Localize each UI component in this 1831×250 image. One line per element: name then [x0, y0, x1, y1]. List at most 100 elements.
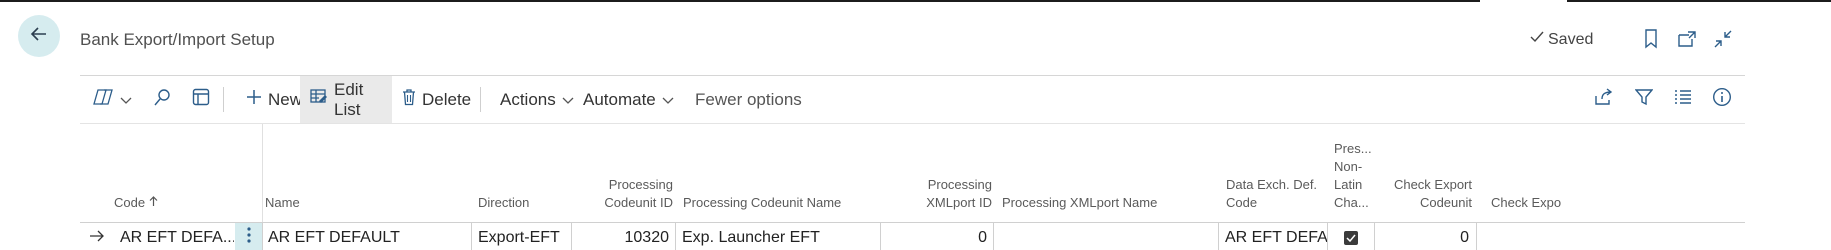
chevron-down-icon: [120, 90, 132, 110]
fewer-options-button[interactable]: Fewer options: [695, 76, 802, 123]
checkbox-checked-icon[interactable]: [1344, 230, 1358, 245]
column-header-data-exch-def-code[interactable]: Data Exch. Def. Code: [1226, 124, 1326, 222]
column-divider: [1374, 222, 1375, 250]
column-divider: [1218, 222, 1219, 250]
saved-label: Saved: [1548, 30, 1594, 48]
report-icon: [192, 88, 210, 111]
toolbar-separator: [223, 87, 224, 112]
column-header-direction[interactable]: Direction: [478, 124, 578, 222]
column-header-processing-codeunit-name[interactable]: Processing Codeunit Name: [683, 124, 893, 222]
cell-direction[interactable]: Export-EFT: [472, 223, 572, 250]
back-button[interactable]: [18, 15, 60, 57]
column-header-processing-codeunit-id-line2: Codeunit ID: [604, 195, 673, 210]
sort-ascending-icon: [149, 195, 158, 210]
column-header-name-label: Name: [265, 195, 300, 210]
top-border-right: [1567, 0, 1831, 2]
chevron-down-icon: [662, 90, 674, 110]
filter-button[interactable]: [1634, 76, 1654, 123]
share-icon: [1594, 88, 1614, 111]
open-in-new-window-icon[interactable]: [1674, 26, 1700, 52]
actions-label: Actions: [500, 89, 556, 109]
search-icon: [154, 88, 172, 111]
more-options-icon: [246, 227, 251, 248]
column-divider: [262, 222, 263, 250]
row-actions-button[interactable]: [235, 223, 262, 250]
bookmark-icon[interactable]: [1638, 26, 1664, 52]
cell-processing-codeunit-name[interactable]: Exp. Launcher EFT: [676, 223, 880, 250]
new-button[interactable]: New: [240, 76, 308, 123]
column-divider: [675, 222, 676, 250]
column-header-data-exch-line2: Code: [1226, 195, 1258, 210]
column-header-name[interactable]: Name: [265, 124, 465, 222]
cell-processing-xmlport-id[interactable]: 0: [881, 223, 993, 250]
column-header-preserve-line3: Latin: [1334, 177, 1363, 192]
arrow-right-icon: [89, 229, 105, 247]
checkmark-icon: [1530, 30, 1544, 49]
fewer-options-label: Fewer options: [695, 89, 802, 109]
column-header-processing-xmlport-id-line2: XMLport ID: [926, 195, 992, 210]
automate-label: Automate: [583, 89, 656, 109]
filter-icon: [1634, 88, 1654, 111]
cell-name[interactable]: AR EFT DEFAULT: [262, 223, 467, 250]
info-button[interactable]: [1712, 76, 1732, 123]
cell-data-exch-def-code[interactable]: AR EFT DEFA...: [1219, 223, 1327, 250]
table-row[interactable]: AR EFT DEFA... AR EFT DEFAULT Export-EFT…: [80, 222, 1745, 250]
column-divider: [993, 222, 994, 250]
trash-icon: [402, 88, 416, 111]
cell-check-export-codeunit[interactable]: 0: [1375, 223, 1475, 250]
top-border: [0, 0, 1480, 2]
share-button[interactable]: [1594, 76, 1614, 123]
data-grid: Code Name Direction Processing Codeunit …: [80, 124, 1745, 250]
column-divider: [1327, 222, 1328, 250]
info-icon: [1712, 87, 1732, 112]
page-title: Bank Export/Import Setup: [80, 30, 275, 49]
toolbar-separator: [480, 87, 481, 112]
edit-list-button[interactable]: Edit List: [300, 76, 392, 123]
action-toolbar: New Edit List Delete Actions Automate Fe…: [80, 76, 1745, 123]
column-header-processing-codeunit-id[interactable]: Processing Codeunit ID: [570, 124, 673, 222]
column-header-preserve-line1: Pres...: [1334, 141, 1372, 156]
column-header-processing-codeunit-id-line1: Processing: [608, 177, 673, 192]
column-header-processing-xmlport-id-line1: Processing: [927, 177, 992, 192]
column-divider: [1476, 222, 1477, 250]
row-selector[interactable]: [80, 223, 114, 250]
column-header-processing-codeunit-name-label: Processing Codeunit Name: [683, 195, 842, 210]
edit-list-label: Edit List: [334, 79, 364, 119]
new-button-label: New: [268, 89, 303, 109]
column-header-preserve-line4: Cha...: [1334, 195, 1369, 210]
collapse-icon[interactable]: [1710, 26, 1736, 52]
column-header-preserve-line2: Non-: [1334, 159, 1363, 174]
saved-status: Saved: [1530, 30, 1593, 49]
list-view-button[interactable]: [1674, 76, 1692, 123]
back-arrow-icon: [29, 24, 49, 49]
cell-preserve-non-latin[interactable]: [1328, 223, 1374, 250]
column-header-preserve-non-latin[interactable]: Pres... Non- Latin Cha...: [1334, 124, 1374, 222]
column-divider: [471, 222, 472, 250]
column-header-check-export-line2: Codeunit: [1419, 195, 1472, 210]
column-divider: [571, 222, 572, 250]
delete-button[interactable]: Delete: [402, 76, 471, 123]
column-divider: [262, 124, 263, 222]
cell-processing-xmlport-name[interactable]: [994, 223, 1218, 250]
chevron-down-icon: [562, 90, 574, 110]
search-button[interactable]: [154, 76, 172, 123]
column-header-check-export-codeunit[interactable]: Check Export Codeunit: [1380, 124, 1472, 222]
column-header-code-label: Code: [114, 195, 146, 210]
automate-menu[interactable]: Automate: [583, 76, 674, 123]
list-view-icon: [1674, 89, 1692, 110]
copilot-icon: [92, 87, 114, 112]
column-header-processing-xmlport-id[interactable]: Processing XMLport ID: [880, 124, 992, 222]
column-header-processing-xmlport-name[interactable]: Processing XMLport Name: [1002, 124, 1217, 222]
column-header-processing-xmlport-name-label: Processing XMLport Name: [1002, 195, 1158, 210]
cell-code[interactable]: AR EFT DEFA...: [114, 223, 234, 250]
column-divider: [880, 222, 881, 250]
column-header-data-exch-line1: Data Exch. Def.: [1226, 177, 1318, 192]
copilot-menu-button[interactable]: [92, 76, 132, 123]
report-button[interactable]: [192, 76, 210, 123]
edit-list-icon: [310, 89, 328, 110]
cell-processing-codeunit-id[interactable]: 10320: [572, 223, 675, 250]
actions-menu[interactable]: Actions: [500, 76, 574, 123]
column-header-check-export-line1: Check Export: [1393, 177, 1472, 192]
column-header-code[interactable]: Code: [114, 124, 254, 222]
column-header-check-export-next[interactable]: Check Expo: [1491, 124, 1571, 222]
